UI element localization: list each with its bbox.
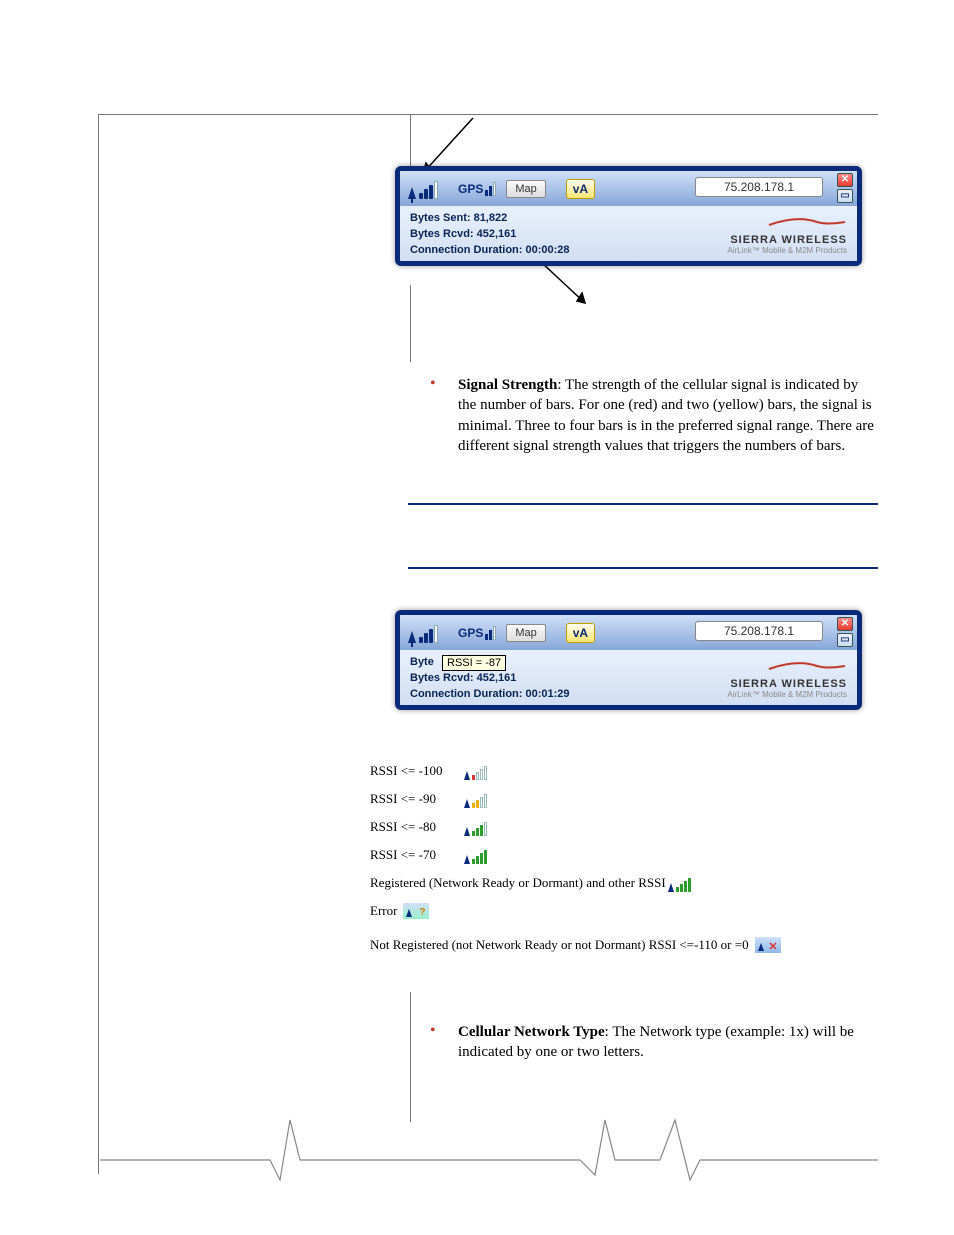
va-badge: vA [566,179,595,199]
gps-signal-icon [485,182,496,196]
brand-block: SIERRA WIRELESS AirLink™ Mobile & M2M Pr… [727,210,847,259]
signal-4bar-icon [464,846,494,864]
connection-duration-label: Connection Duration: 00:01:29 [410,686,570,702]
close-button[interactable]: ✕ [837,173,853,187]
rssi-100-label: RSSI <= -100 [370,763,462,779]
sierra-swoosh-icon [767,661,847,671]
rssi-registered-label: Registered (Network Ready or Dormant) an… [370,875,666,891]
ecg-waveform-decoration [100,1110,878,1190]
signal-full-icon [668,874,698,892]
bullet-signal-strength: • Signal Strength: The strength of the c… [430,375,878,456]
map-button[interactable]: Map [506,624,545,642]
signal-error-icon: ? [403,903,429,919]
rssi-notregistered-label: Not Registered (not Network Ready or not… [370,937,749,953]
signal-1bar-icon [464,762,494,780]
rssi-70-label: RSSI <= -70 [370,847,462,863]
vertical-rule [410,285,411,362]
gps-label: GPS [458,626,483,640]
brand-name: SIERRA WIRELESS [727,234,847,246]
rssi-tooltip: RSSI = -87 [442,655,506,671]
bullet-title: Signal Strength [458,377,557,393]
gps-label: GPS [458,182,483,196]
rssi-error-label: Error [370,903,397,919]
bytes-rcvd-label: Bytes Rcvd: 452,161 [410,670,570,686]
rssi-threshold-list: RSSI <= -100 RSSI <= -90 RSSI <= -80 RSS… [370,757,781,959]
bullet-icon: • [430,1022,436,1040]
signal-3bar-icon [464,818,494,836]
ip-address-display: 75.208.178.1 [695,621,823,641]
close-button[interactable]: ✕ [837,617,853,631]
minimize-button[interactable]: ▭ [837,633,853,647]
bullet-title: Cellular Network Type [458,1024,605,1040]
bullet-network-type: • Cellular Network Type: The Network typ… [430,1022,878,1063]
watcher-panel-b: GPS Map vA 75.208.178.1 ✕ ▭ Byte RSSI = -… [395,610,862,710]
connection-duration-label: Connection Duration: 00:00:28 [410,242,570,258]
rssi-90-label: RSSI <= -90 [370,791,462,807]
horizontal-rule [408,503,878,505]
minimize-button[interactable]: ▭ [837,189,853,203]
brand-block: SIERRA WIRELESS AirLink™ Mobile & M2M Pr… [727,654,847,703]
bullet-icon: • [430,375,436,393]
rssi-80-label: RSSI <= -80 [370,819,462,835]
brand-subtitle: AirLink™ Mobile & M2M Products [727,690,847,699]
map-button[interactable]: Map [506,180,545,198]
signal-strength-icon [408,179,438,199]
panel-status-area: Bytes Sent: 81,822 Bytes Rcvd: 452,161 C… [400,206,857,261]
panel-status-area: ByteRSSI = -8706 Bytes Rcvd: 452,161 Con… [400,650,857,705]
vertical-rule [410,992,411,1122]
sierra-swoosh-icon [767,217,847,227]
signal-strength-icon [408,623,438,643]
ip-address-display: 75.208.178.1 [695,177,823,197]
signal-unregistered-icon: ✕ [755,937,781,953]
signal-2bar-icon [464,790,494,808]
horizontal-rule [408,567,878,569]
brand-name: SIERRA WIRELESS [727,678,847,690]
panel-top-bar: GPS Map vA 75.208.178.1 ✕ ▭ [400,171,857,206]
bytes-rcvd-label: Bytes Rcvd: 452,161 [410,226,570,242]
watcher-panel-a: GPS Map vA 75.208.178.1 ✕ ▭ Bytes Sent: … [395,166,862,266]
brand-subtitle: AirLink™ Mobile & M2M Products [727,246,847,255]
gps-signal-icon [485,626,496,640]
bytes-sent-prefix: Byte [410,656,434,668]
va-badge: vA [566,623,595,643]
bytes-sent-label: Bytes Sent: 81,822 [410,210,570,226]
panel-top-bar: GPS Map vA 75.208.178.1 ✕ ▭ [400,615,857,650]
